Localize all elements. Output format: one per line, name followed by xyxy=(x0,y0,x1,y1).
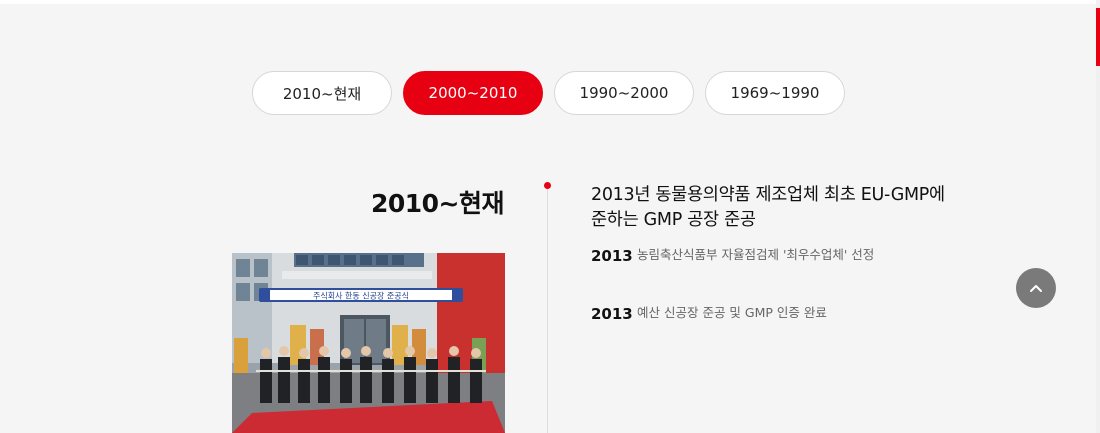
period-tabs: 2010~현재 2000~2010 1990~2000 1969~1990 xyxy=(252,71,845,115)
event-description: 농림축산식품부 자율점검제 '최우수업체' 선정 xyxy=(637,247,875,262)
timeline-line xyxy=(547,188,548,433)
event-year: 2013 xyxy=(591,305,633,323)
photo-banner-text: 주식회사 한동 신공장 준공식 xyxy=(313,291,409,301)
tab-2010-present[interactable]: 2010~현재 xyxy=(252,71,392,115)
event-description: 예산 신공장 준공 및 GMP 인증 완료 xyxy=(637,305,827,320)
headline-line-2: 준하는 GMP 공장 준공 xyxy=(591,210,756,230)
tab-1969-1990[interactable]: 1969~1990 xyxy=(705,71,845,115)
top-strip xyxy=(0,0,1100,4)
tab-2000-2010[interactable]: 2000~2010 xyxy=(403,71,543,115)
timeline-dot xyxy=(544,182,551,189)
timeline-event: 2013 농림축산식품부 자율점검제 '최우수업체' 선정 xyxy=(591,247,874,265)
event-year: 2013 xyxy=(591,247,633,265)
period-title: 2010~현재 xyxy=(370,189,505,218)
headline-line-1: 2013년 동물용의약품 제조업체 최초 EU-GMP에 xyxy=(591,185,945,205)
timeline-headline: 2013년 동물용의약품 제조업체 최초 EU-GMP에 준하는 GMP 공장 … xyxy=(591,183,971,233)
tab-1990-2000[interactable]: 1990~2000 xyxy=(554,71,694,115)
scroll-to-top-button[interactable] xyxy=(1016,268,1056,308)
chevron-up-icon xyxy=(1030,285,1042,292)
scrollbar-thumb[interactable] xyxy=(1096,8,1100,66)
factory-opening-photo: 주식회사 한동 신공장 준공식 xyxy=(232,253,505,433)
scrollbar[interactable] xyxy=(1096,0,1100,433)
timeline-event: 2013 예산 신공장 준공 및 GMP 인증 완료 xyxy=(591,305,827,323)
